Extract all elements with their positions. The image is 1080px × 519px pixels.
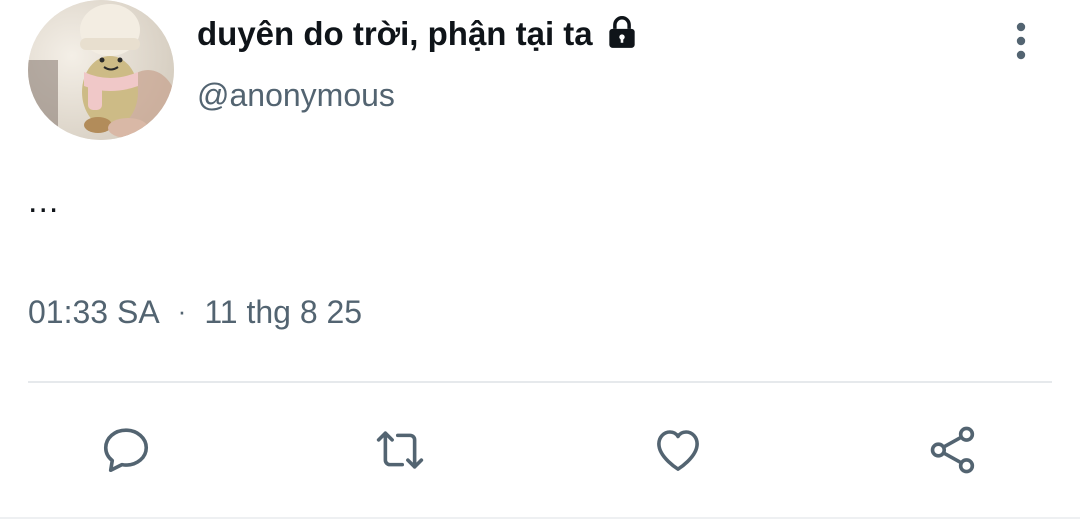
retweet-icon: [376, 431, 424, 469]
retweet-button[interactable]: [372, 422, 428, 478]
heart-icon: [657, 430, 699, 471]
author-handle[interactable]: @anonymous: [197, 77, 395, 114]
lock-icon: [603, 13, 641, 51]
more-options-button[interactable]: [1003, 20, 1039, 62]
like-button[interactable]: [650, 422, 706, 478]
author-display-name-text: duyên do trời, phận tại ta: [197, 15, 593, 52]
reply-button[interactable]: [98, 422, 154, 478]
share-icon: [930, 426, 975, 474]
avatar[interactable]: [28, 0, 174, 140]
share-button[interactable]: [925, 422, 981, 478]
tweet-timestamp[interactable]: 01:33 SA · 11 thg 8 25: [28, 292, 362, 332]
avatar-image: [28, 0, 174, 140]
reply-icon: [103, 428, 149, 473]
tweet-time: 01:33 SA: [28, 293, 160, 330]
separator-dot: ·: [177, 295, 187, 326]
more-vertical-icon: [1016, 22, 1026, 60]
divider: [28, 381, 1052, 383]
author-display-name[interactable]: duyên do trời, phận tại ta: [197, 12, 641, 56]
tweet-text: ...: [28, 182, 60, 220]
tweet-date: 11 thg 8 25: [204, 293, 363, 330]
